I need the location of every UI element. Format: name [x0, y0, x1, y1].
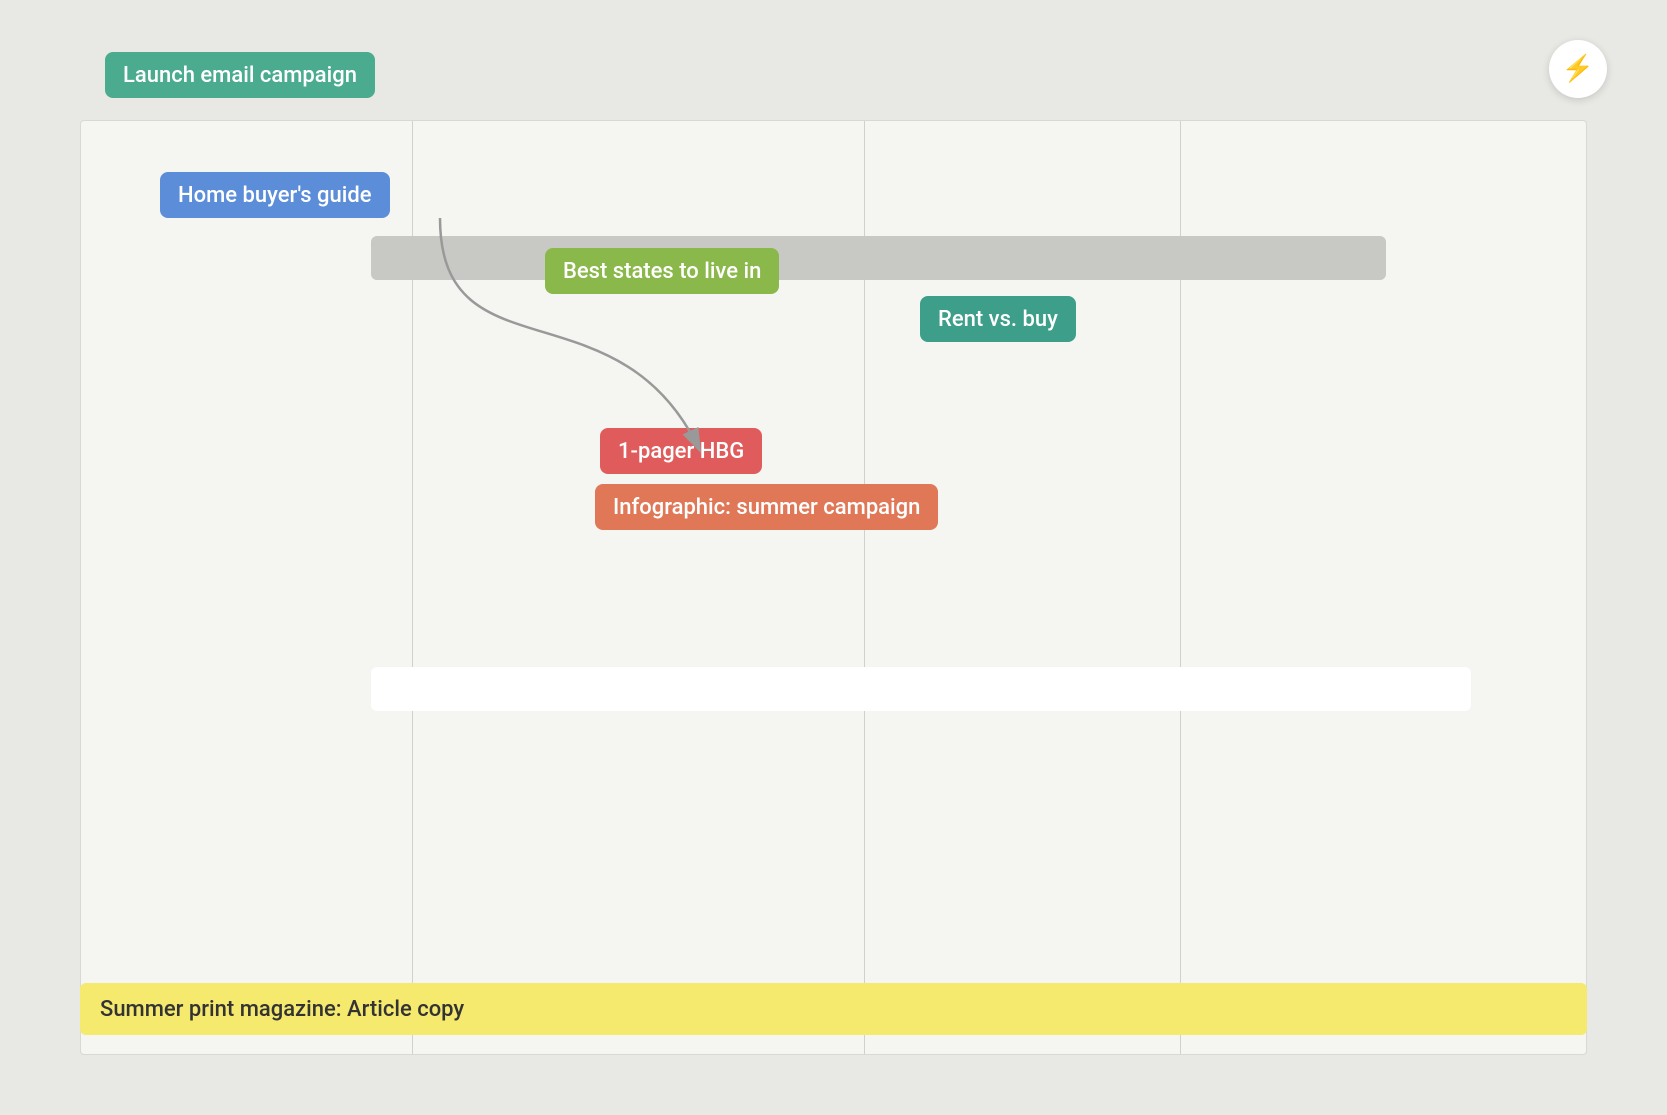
pill-home-buyers-guide[interactable]: Home buyer's guide — [160, 172, 390, 218]
pill-launch-email-campaign[interactable]: Launch email campaign — [105, 52, 375, 98]
pill-one-pager-hbg[interactable]: 1-pager HBG — [600, 428, 762, 474]
pill-best-states[interactable]: Best states to live in — [545, 248, 779, 294]
lightning-button[interactable]: ⚡ — [1549, 40, 1607, 98]
yellow-bar[interactable]: Summer print magazine: Article copy — [80, 983, 1587, 1035]
pill-infographic-summer[interactable]: Infographic: summer campaign — [595, 484, 938, 530]
pill-launch-email-label: Launch email campaign — [123, 63, 357, 88]
pill-one-pager-label: 1-pager HBG — [618, 439, 744, 464]
gray-bar — [371, 236, 1386, 280]
pill-home-buyers-label: Home buyer's guide — [178, 183, 372, 208]
pill-infographic-label: Infographic: summer campaign — [613, 495, 920, 520]
yellow-bar-label: Summer print magazine: Article copy — [100, 997, 464, 1022]
pill-best-states-label: Best states to live in — [563, 259, 761, 284]
white-bar — [371, 667, 1471, 711]
lightning-bolt-icon: ⚡ — [1562, 54, 1594, 84]
pill-rent-vs-buy[interactable]: Rent vs. buy — [920, 296, 1076, 342]
pill-rent-vs-buy-label: Rent vs. buy — [938, 307, 1058, 332]
main-panel — [80, 120, 1587, 1055]
